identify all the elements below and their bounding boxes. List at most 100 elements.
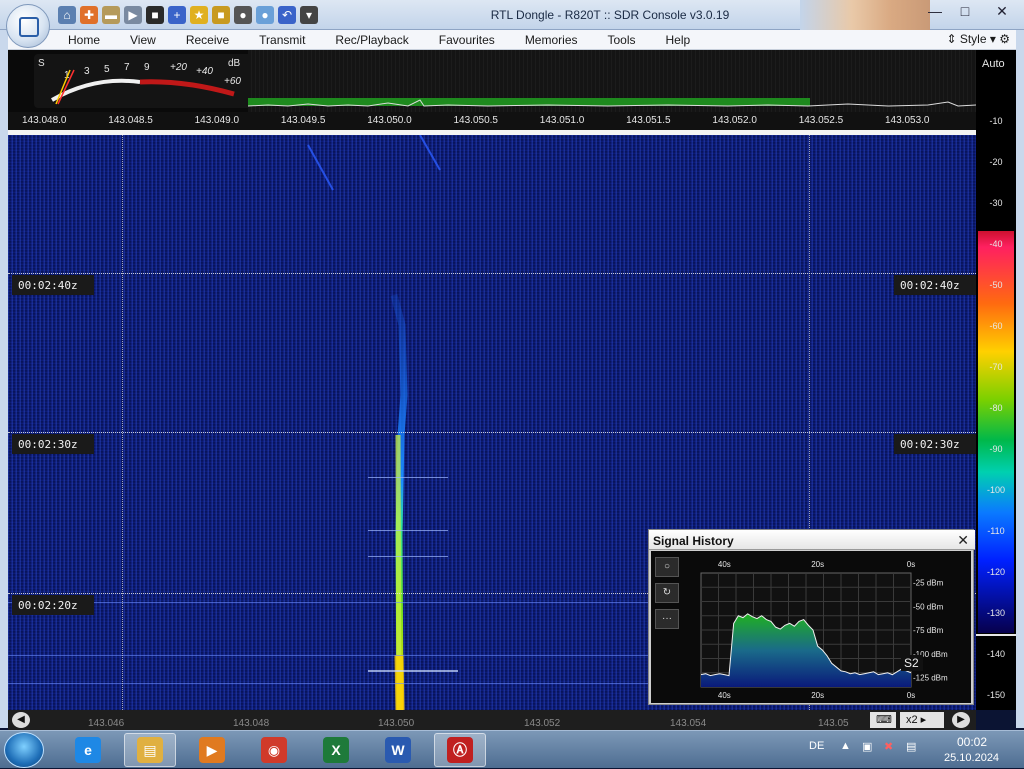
clock-time[interactable]: 00:02 bbox=[957, 735, 987, 749]
show-hidden-icons[interactable]: ▲ bbox=[840, 740, 851, 752]
taskbar-app-button[interactable]: Ⓐ bbox=[434, 733, 486, 767]
volume-muted-icon[interactable]: ✖ bbox=[884, 740, 893, 753]
home-icon[interactable]: ⌂ bbox=[58, 6, 76, 24]
more-button[interactable]: ··· bbox=[655, 609, 679, 629]
y-axis-label: -75 dBm bbox=[913, 626, 944, 635]
time-marker-left: 00:02:30z bbox=[12, 434, 94, 454]
start-button[interactable] bbox=[4, 732, 44, 768]
s-meter-scale-label: +20 bbox=[170, 62, 187, 73]
reset-button[interactable]: ↻ bbox=[655, 583, 679, 603]
window-controls: — □ ✕ bbox=[920, 0, 1024, 26]
scroll-left-button[interactable]: ◀ bbox=[12, 712, 30, 728]
menu-transmit[interactable]: Transmit bbox=[251, 30, 313, 50]
language-indicator[interactable]: DE bbox=[809, 740, 824, 752]
frequency-tick-label: 143.052.5 bbox=[798, 115, 844, 126]
x-axis-bottom-label: 40s bbox=[718, 691, 731, 700]
y-axis-label: -50 dBm bbox=[913, 602, 944, 611]
main-menu: Home View Receive Transmit Rec/Playback Favou… bbox=[60, 30, 712, 50]
zoom-label: x2 bbox=[906, 714, 918, 726]
s-badge: S2 bbox=[904, 656, 919, 670]
close-icon[interactable]: ✕ bbox=[957, 532, 969, 549]
bottom-axis-label: 143.048 bbox=[233, 718, 270, 729]
camera-icon[interactable]: ● bbox=[234, 6, 252, 24]
frequency-tick-label: 143.053.0 bbox=[885, 115, 930, 126]
drop-icon[interactable]: ● bbox=[256, 6, 274, 24]
frequency-tick-label: 143.050.0 bbox=[367, 115, 412, 126]
style-label: Style bbox=[959, 32, 987, 46]
scroll-right-button[interactable]: ▶ bbox=[952, 712, 970, 728]
signal-history-header[interactable]: Signal History ✕ bbox=[649, 530, 975, 550]
s-meter-scale-red bbox=[139, 79, 235, 97]
add-icon[interactable]: + bbox=[168, 6, 186, 24]
dropdown-icon[interactable]: ▾ bbox=[300, 6, 318, 24]
auto-scale-button[interactable]: Auto bbox=[982, 58, 1005, 70]
time-marker-left: 00:02:20z bbox=[12, 595, 94, 615]
star-icon[interactable]: ★ bbox=[190, 6, 208, 24]
color-scale-tick: -70 bbox=[989, 362, 1003, 372]
color-scale-tick: -150 bbox=[986, 690, 1005, 700]
menu-receive[interactable]: Receive bbox=[178, 30, 237, 50]
action-center-icon[interactable]: ▤ bbox=[906, 740, 916, 753]
bottom-frequency-bar[interactable]: ◀ 143.046 143.048 143.050 143.052 143.054 143… bbox=[8, 710, 976, 730]
color-scale-tick: -110 bbox=[987, 526, 1005, 536]
menu-rec-playback[interactable]: Rec/Playback bbox=[327, 30, 416, 50]
menu-memories[interactable]: Memories bbox=[517, 30, 586, 50]
y-axis-label: -125 dBm bbox=[913, 674, 948, 683]
keyboard-icon[interactable]: ⌨ bbox=[870, 712, 896, 728]
title-bar: ⌂ ✚ ▬ ▶ ■ + ★ ■ ● ● ↶ ▾ RTL Dongle - R820T :: SDR C… bbox=[0, 0, 1024, 48]
close-button[interactable]: ✕ bbox=[980, 0, 1024, 22]
frequency-tick-label: 143.051.5 bbox=[626, 115, 671, 126]
menu-favourites[interactable]: Favourites bbox=[431, 30, 503, 50]
frequency-axis[interactable]: 143.048.0 143.048.5 143.049.0 143.049.5 143.… bbox=[8, 112, 976, 130]
window-right-edge bbox=[1016, 30, 1024, 728]
s-meter-scale-label: +60 bbox=[224, 76, 241, 87]
clock-date[interactable]: 25.10.2024 bbox=[944, 752, 999, 764]
x-axis-bottom-label: 0s bbox=[907, 691, 915, 700]
menu-bar: Home View Receive Transmit Rec/Playback Favou… bbox=[8, 30, 1016, 50]
folder-icon[interactable]: ▬ bbox=[102, 6, 120, 24]
s-meter-scale-label: 9 bbox=[144, 62, 150, 73]
window-left-edge bbox=[0, 30, 8, 728]
menu-home[interactable]: Home bbox=[60, 30, 108, 50]
network-icon[interactable]: ▣ bbox=[862, 740, 872, 753]
menu-view[interactable]: View bbox=[122, 30, 164, 50]
maximize-button[interactable]: □ bbox=[950, 0, 980, 22]
y-axis-label: -25 dBm bbox=[913, 579, 944, 588]
lock-icon[interactable]: ■ bbox=[212, 6, 230, 24]
menu-help[interactable]: Help bbox=[658, 30, 699, 50]
time-marker-right: 00:02:40z bbox=[894, 275, 976, 295]
menu-tools[interactable]: Tools bbox=[600, 30, 644, 50]
lifebuoy-icon[interactable]: ✚ bbox=[80, 6, 98, 24]
time-marker-right: 00:02:30z bbox=[894, 434, 976, 454]
word-icon: W bbox=[385, 737, 411, 763]
play-icon[interactable]: ▶ bbox=[124, 6, 142, 24]
spectrum-display[interactable] bbox=[247, 50, 977, 112]
time-gridline bbox=[8, 273, 976, 274]
record-button[interactable]: ○ bbox=[655, 557, 679, 577]
s-meter-s-label: S bbox=[38, 58, 45, 69]
explorer-icon: ▤ bbox=[137, 737, 163, 763]
stop-icon[interactable]: ■ bbox=[146, 6, 164, 24]
color-scale-tick: -140 bbox=[986, 649, 1005, 659]
x-axis-bottom-label: 20s bbox=[811, 691, 824, 700]
sdr-console-icon: Ⓐ bbox=[447, 737, 473, 763]
application-menu-button[interactable] bbox=[6, 4, 50, 48]
zoom-select[interactable]: x2 ▸ bbox=[900, 712, 944, 728]
frequency-tick-label: 143.049.0 bbox=[194, 115, 240, 126]
taskbar-app-button[interactable]: ▶ bbox=[186, 733, 238, 767]
taskbar: e ▤ ▶ ◉ X W Ⓐ DE ▲ ▣ ✖ ▤ 00:02 25.10.2024 bbox=[0, 730, 1024, 768]
chrome-icon: ◉ bbox=[261, 737, 287, 763]
taskbar-app-button[interactable]: ◉ bbox=[248, 733, 300, 767]
color-scale[interactable]: Auto -10 -20 -30 -40 -50 -60 -70 -80 -90 -100 -110… bbox=[976, 50, 1016, 710]
taskbar-app-button[interactable]: W bbox=[372, 733, 424, 767]
level-marker-line[interactable] bbox=[976, 634, 1016, 636]
style-menu[interactable]: ⇕ Style ▾ ⚙ bbox=[946, 32, 1010, 46]
taskbar-app-button[interactable]: X bbox=[310, 733, 362, 767]
color-scale-tick: -40 bbox=[989, 239, 1003, 249]
frequency-tick-label: 143.051.0 bbox=[539, 115, 585, 126]
minimize-button[interactable]: — bbox=[920, 0, 950, 22]
taskbar-app-button[interactable]: ▤ bbox=[124, 733, 176, 767]
taskbar-app-button[interactable]: e bbox=[62, 733, 114, 767]
style-icon: ⇕ bbox=[946, 32, 960, 46]
undo-icon[interactable]: ↶ bbox=[278, 6, 296, 24]
